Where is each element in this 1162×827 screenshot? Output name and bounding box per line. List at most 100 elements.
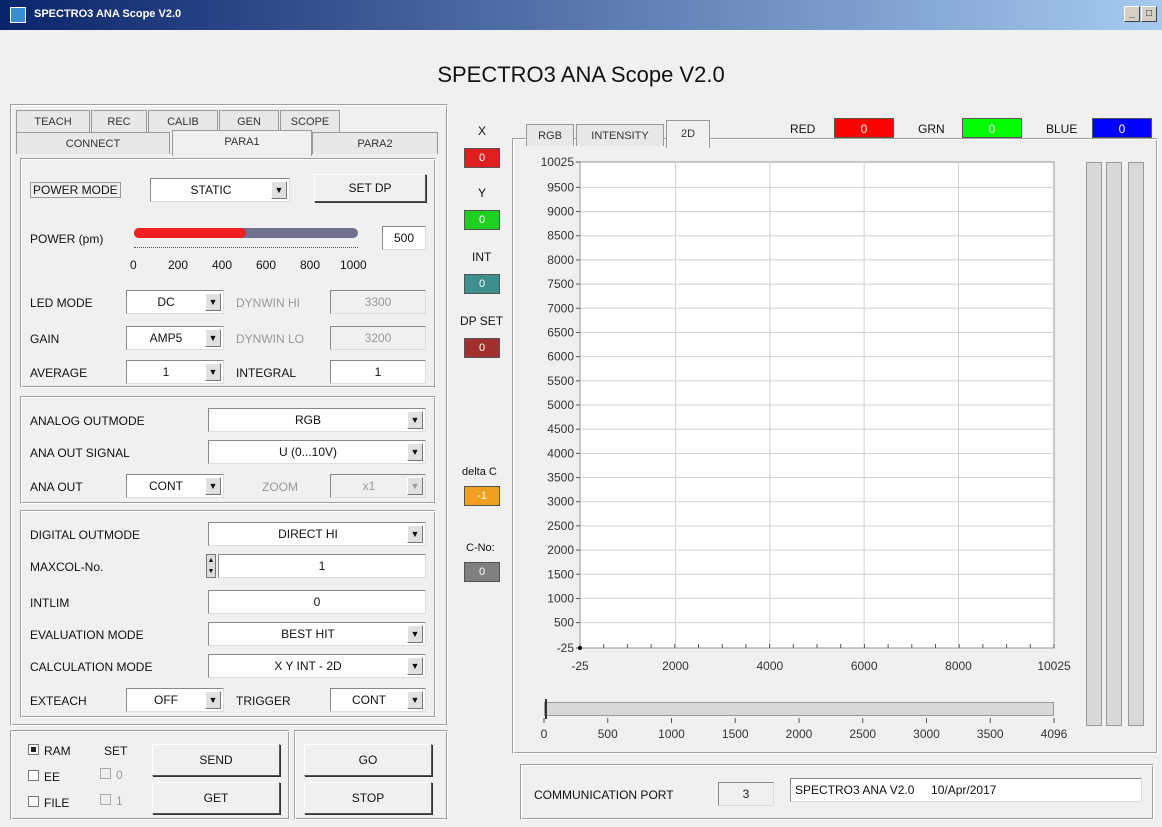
power-slider[interactable] [134,228,358,238]
minimize-button[interactable]: _ [1124,6,1140,22]
dynwin-hi-field[interactable]: 3300 [330,290,426,314]
y-tick-label: 8000 [547,253,574,267]
send-button[interactable]: SEND [152,744,280,776]
y-tick-label: 7000 [547,301,574,315]
blue-value: 0 [1092,118,1152,138]
trigger-select[interactable]: CONT ▼ [330,688,426,712]
zoom-select[interactable]: x1 ▼ [330,474,426,498]
comm-info-field: SPECTRO3 ANA V2.0 10/Apr/2017 [790,778,1142,802]
slider-tick-label: 3500 [977,727,1004,741]
set1-checkbox[interactable] [100,794,111,805]
stop-button[interactable]: STOP [304,782,432,814]
tab-intensity[interactable]: INTENSITY [576,124,664,146]
analog-outmode-select[interactable]: RGB ▼ [208,408,426,432]
led-mode-label: LED MODE [30,296,93,310]
ana-out-signal-label: ANA OUT SIGNAL [30,446,130,460]
ana-out-value: CONT [149,479,183,493]
data-point [578,646,582,650]
dynwin-lo-field[interactable]: 3200 [330,326,426,350]
ee-checkbox[interactable] [28,770,39,781]
tab-2d[interactable]: 2D [666,120,710,148]
zoom-value: x1 [362,479,376,493]
exteach-select[interactable]: OFF ▼ [126,688,224,712]
gain-label: GAIN [30,332,60,346]
chevron-down-icon: ▼ [407,657,423,675]
tab-connect[interactable]: CONNECT [16,132,170,154]
exteach-value: OFF [154,693,178,707]
y-tick-label: 8500 [547,229,574,243]
slider-tick-label: 4096 [1041,727,1068,741]
maxcol-label: MAXCOL-No. [30,560,104,574]
y-tick-label: 2500 [547,519,574,533]
comm-port-field[interactable]: 3 [718,782,774,806]
x-tick-label: 2000 [662,659,689,673]
tab-gen[interactable]: GEN [219,110,279,132]
blue-label: BLUE [1046,122,1078,136]
tab-calib[interactable]: CALIB [148,110,218,132]
y-tick-label: 5500 [547,374,574,388]
power-tick: 0 [130,258,137,272]
x-indicator: 0 [464,148,500,168]
intlim-field[interactable]: 0 [208,590,426,614]
go-button[interactable]: GO [304,744,432,776]
power-label: POWER (pm) [30,232,104,246]
y-tick-label: 500 [554,616,574,630]
integral-label: INTEGRAL [236,366,297,380]
calculation-mode-select[interactable]: X Y INT - 2D ▼ [208,654,426,678]
power-tick: 1000 [340,258,367,272]
tab-para1[interactable]: PARA1 [172,130,312,156]
ram-checkbox[interactable] [28,744,39,755]
y-tick-label: 3000 [547,495,574,509]
led-mode-select[interactable]: DC ▼ [126,290,224,314]
evaluation-mode-select[interactable]: BEST HIT ▼ [208,622,426,646]
maximize-button[interactable]: □ [1141,6,1157,22]
signal-slider-handle[interactable] [545,699,547,719]
calculation-mode-value: X Y INT - 2D [274,659,342,673]
dynwin-hi-label: DYNWIN HI [236,296,300,310]
y-tick-label: 3500 [547,471,574,485]
maxcol-stepper[interactable]: ▲ ▼ [206,554,216,578]
slider-tick-label: 2500 [849,727,876,741]
get-button[interactable]: GET [152,782,280,814]
gain-select[interactable]: AMP5 ▼ [126,326,224,350]
y-tick-label: 2000 [547,543,574,557]
x-label: X [478,124,487,138]
set-dp-button[interactable]: SET DP [314,174,426,202]
tab-rgb[interactable]: RGB [526,124,574,146]
set0-checkbox[interactable] [100,768,111,779]
window-title: SPECTRO3 ANA Scope V2.0 [34,8,182,20]
tab-scope[interactable]: SCOPE [280,110,340,132]
digital-outmode-value: DIRECT HI [278,527,338,541]
led-mode-value: DC [157,295,175,309]
ana-out-select[interactable]: CONT ▼ [126,474,224,498]
c-no-label: C-No: [466,542,495,554]
delta-c-label: delta C [462,466,497,478]
maxcol-field[interactable]: 1 [218,554,426,578]
power-mode-select[interactable]: STATIC ▼ [150,178,290,202]
average-select[interactable]: 1 ▼ [126,360,224,384]
y-tick-label: 7500 [547,277,574,291]
c-no-indicator: 0 [464,562,500,582]
trigger-label: TRIGGER [236,694,291,708]
tab-rec[interactable]: REC [91,110,147,132]
chevron-down-icon: ▼ [407,625,423,643]
int-label: INT [472,250,492,264]
digital-outmode-select[interactable]: DIRECT HI ▼ [208,522,426,546]
power-slider-fill [134,228,246,238]
file-checkbox[interactable] [28,796,39,807]
app-icon [10,7,26,23]
signal-slider[interactable] [544,699,1054,719]
power-value-field[interactable]: 500 [382,226,426,250]
chevron-down-icon: ▼ [407,477,423,495]
x-tick-label: 10025 [1037,659,1071,673]
integral-field[interactable]: 1 [330,360,426,384]
y-label: Y [478,186,487,200]
y-tick-label: 9500 [547,180,574,194]
calculation-mode-label: CALCULATION MODE [30,660,153,674]
ana-out-signal-select[interactable]: U (0...10V) ▼ [208,440,426,464]
tab-para2[interactable]: PARA2 [312,132,438,154]
trigger-value: CONT [352,693,386,707]
tab-teach[interactable]: TEACH [16,110,90,132]
dp-set-indicator: 0 [464,338,500,358]
analog-outmode-label: ANALOG OUTMODE [30,414,145,428]
